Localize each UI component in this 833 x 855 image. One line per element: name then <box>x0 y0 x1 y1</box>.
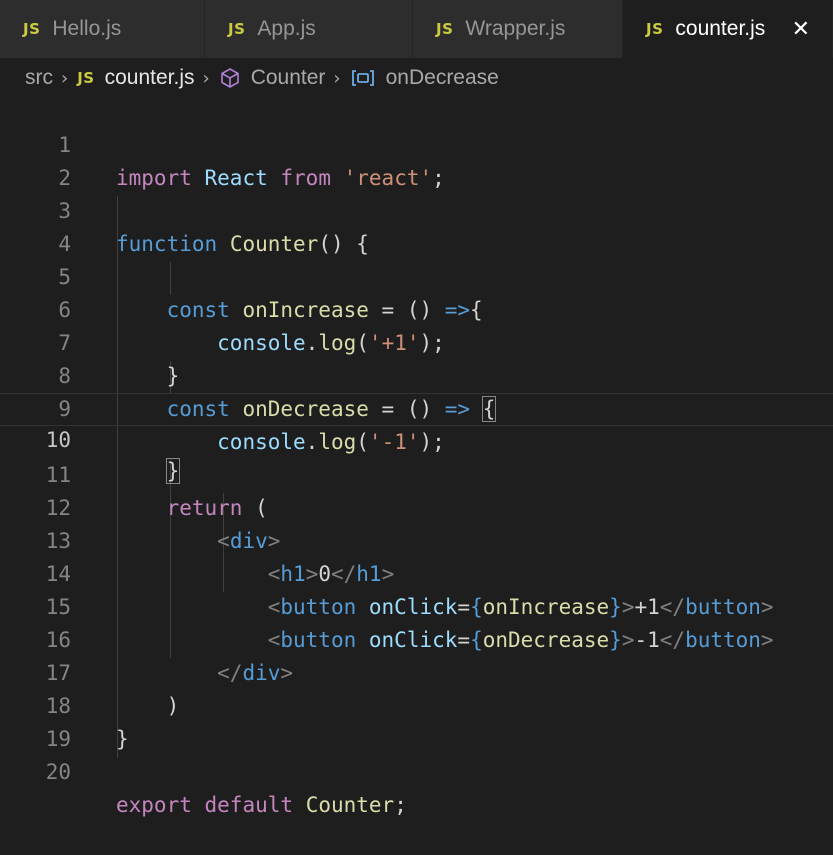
code-line-12[interactable]: 12 <div> <box>0 459 833 553</box>
tab-label: counter.js <box>675 17 766 40</box>
line-number: 20 <box>45 760 71 784</box>
code-line-17[interactable]: 17 ) <box>0 624 833 718</box>
breadcrumb-folder[interactable]: src <box>25 66 53 90</box>
code-line-4[interactable]: 4 <box>0 195 833 256</box>
code-line-3[interactable]: 3 function Counter() { <box>0 162 833 256</box>
code-line-7[interactable]: 7 } <box>0 294 833 388</box>
javascript-file-icon: JS <box>77 69 95 87</box>
code-line-18[interactable]: 18 } <box>0 657 833 751</box>
code-line-2[interactable]: 2 <box>0 129 833 190</box>
breadcrumb-component[interactable]: Counter <box>251 66 326 90</box>
code-line-14[interactable]: 14 <button onClick={onIncrease}>+1</butt… <box>0 525 833 619</box>
code-line-1[interactable]: 1 import React from 'react'; <box>0 96 833 190</box>
breadcrumb-symbol[interactable]: onDecrease <box>386 66 499 90</box>
code-editor[interactable]: 1 import React from 'react'; 2 3 functio… <box>0 96 833 817</box>
editor-tab-bar: JS Hello.js JS App.js JS Wrapper.js JS c… <box>0 0 833 58</box>
cube-symbol-icon <box>219 67 241 89</box>
javascript-file-icon: JS <box>23 20 41 38</box>
variable-symbol-icon <box>350 68 376 88</box>
code-line-20[interactable]: 20 export default Counter; <box>0 723 833 817</box>
chevron-right-icon: › <box>202 67 210 89</box>
code-line-8[interactable]: 8 const onDecrease = () => { <box>0 327 833 422</box>
tab-label: App.js <box>257 17 316 40</box>
code-line-6[interactable]: 6 console.log('+1'); <box>0 261 833 355</box>
code-line-16[interactable]: 16 </div> <box>0 591 833 685</box>
chevron-right-icon: › <box>333 67 341 89</box>
javascript-file-icon: JS <box>228 20 246 38</box>
breadcrumb: src › JS counter.js › Counter › onDecrea… <box>0 58 833 98</box>
code-line-5[interactable]: 5 const onIncrease = () =>{ <box>0 228 833 322</box>
javascript-file-icon: JS <box>646 20 664 38</box>
tab-wrapper-js[interactable]: JS Wrapper.js <box>413 0 623 58</box>
breadcrumb-file[interactable]: counter.js <box>105 66 195 90</box>
close-icon[interactable]: ✕ <box>792 17 810 42</box>
code-line-13[interactable]: 13 <h1>0</h1> <box>0 492 833 586</box>
code-line-9[interactable]: 9 console.log('-1'); <box>0 360 833 454</box>
tab-label: Hello.js <box>52 17 122 40</box>
code-line-10-current[interactable]: 10 } <box>0 393 833 484</box>
tab-label: Wrapper.js <box>465 17 566 40</box>
tab-app-js[interactable]: JS App.js <box>205 0 413 58</box>
javascript-file-icon: JS <box>436 20 454 38</box>
tab-hello-js[interactable]: JS Hello.js <box>0 0 205 58</box>
tab-counter-js[interactable]: JS counter.js ✕ <box>623 0 833 58</box>
chevron-right-icon: › <box>61 67 69 89</box>
code-line-19[interactable]: 19 <box>0 690 833 751</box>
code-line-15[interactable]: 15 <button onClick={onDecrease}>-1</butt… <box>0 558 833 652</box>
code-line-11[interactable]: 11 return ( <box>0 426 833 520</box>
